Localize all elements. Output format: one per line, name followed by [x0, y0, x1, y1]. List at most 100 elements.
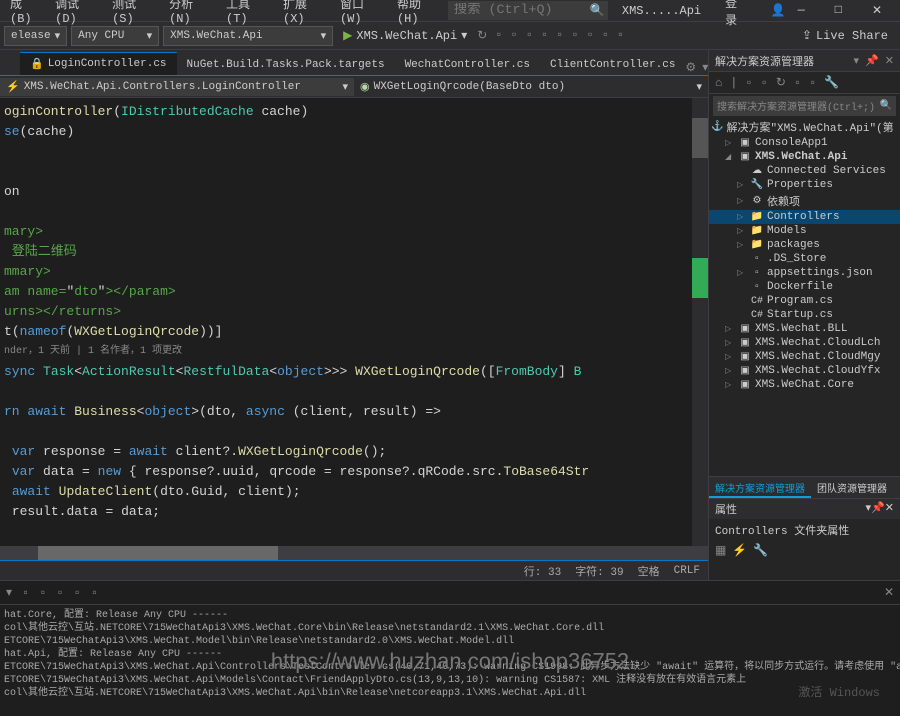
tree-node[interactable]: ▫.DS_Store — [709, 252, 900, 266]
tree-node[interactable]: ▷▫appsettings.json — [709, 266, 900, 280]
pin-icon[interactable]: 📌 — [871, 503, 885, 515]
tb-icon[interactable]: ▫ — [541, 28, 548, 43]
sort-icon[interactable]: ⚡ — [732, 543, 747, 558]
minimize-icon[interactable]: — — [792, 3, 811, 18]
cpu-dropdown[interactable]: Any CPU▾ — [71, 26, 159, 46]
output-panel: ▾ ▫ ▫ ▫ ▫ ▫ ✕ https://www.huzhan.com/ish… — [0, 580, 900, 716]
tb-icon[interactable]: ▫ — [511, 28, 518, 43]
solution-node[interactable]: ⚓解决方案"XMS.WeChat.Api"(第 7 — [709, 118, 900, 136]
cat-icon[interactable]: ▦ — [715, 543, 726, 558]
refresh-icon[interactable]: ↻ — [776, 75, 786, 90]
menu-item[interactable]: 扩展(X) — [277, 0, 334, 26]
tb-icon[interactable]: ▫ — [74, 586, 81, 600]
tree-node[interactable]: ▷🔧Properties — [709, 178, 900, 192]
output-text[interactable]: https://www.huzhan.com/ishop36752 hat.Co… — [0, 605, 900, 716]
explorer-header: 解决方案资源管理器 ▾📌✕ — [709, 50, 900, 72]
horizontal-scrollbar[interactable] — [0, 546, 708, 560]
menu-item[interactable]: 帮助(H) — [391, 0, 448, 26]
live-share-button[interactable]: ⇪Live Share — [802, 28, 896, 43]
tb-icon[interactable]: ▫ — [526, 28, 533, 43]
tree-node[interactable]: C#Program.cs — [709, 294, 900, 308]
menu-item[interactable]: 分析(N) — [163, 0, 220, 26]
tb-icon[interactable]: ▫ — [794, 76, 801, 90]
run-button[interactable]: ▶XMS.WeChat.Api▾ — [337, 26, 473, 45]
tree-node[interactable]: ▷▣XMS.Wechat.CloudLch — [709, 336, 900, 350]
tree-node[interactable]: ◢▣XMS.WeChat.Api — [709, 150, 900, 164]
global-search[interactable]: 🔍 — [448, 1, 608, 20]
explorer-toolbar: ⌂| ▫▫ ↻ ▫▫ 🔧 — [709, 72, 900, 94]
crlf-indicator[interactable]: CRLF — [674, 565, 700, 577]
dropdown-icon[interactable]: ▾ — [854, 54, 860, 68]
breadcrumb-class[interactable]: ⚡XMS.WeChat.Api.Controllers.LoginControl… — [0, 78, 354, 96]
editor-tabs: 🔒LoginController.cs NuGet.Build.Tasks.Pa… — [0, 50, 708, 76]
config-dropdown[interactable]: elease▾ — [4, 26, 67, 46]
tree-node[interactable]: ☁Connected Services — [709, 164, 900, 178]
search-icon: 🔍 — [584, 3, 611, 18]
space-indicator[interactable]: 空格 — [638, 563, 660, 579]
explorer-search[interactable]: 搜索解决方案资源管理器(Ctrl+;)🔍 — [713, 96, 896, 116]
tree-node[interactable]: ▷▣ConsoleApp1 — [709, 136, 900, 150]
tb-icon[interactable]: ▫ — [56, 586, 63, 600]
line-indicator[interactable]: 行: 33 — [524, 563, 561, 579]
close-icon[interactable]: ✕ — [885, 503, 894, 515]
home-icon[interactable]: ⌂ — [715, 76, 722, 90]
solution-explorer: 解决方案资源管理器 ▾📌✕ ⌂| ▫▫ ↻ ▫▫ 🔧 搜索解决方案资源管理器(C… — [708, 50, 900, 580]
tree-node[interactable]: ▷▣XMS.Wechat.BLL — [709, 322, 900, 336]
tree-node[interactable]: ▷⚙依赖项 — [709, 192, 900, 210]
menu-bar: 成(B) 调试(D) 测试(S) 分析(N) 工具(T) 扩展(X) 窗口(W)… — [0, 0, 900, 22]
tab-login[interactable]: 🔒LoginController.cs — [20, 52, 177, 75]
close-icon[interactable]: ✕ — [885, 54, 894, 68]
menu-item[interactable]: 测试(S) — [106, 0, 163, 26]
tree-node[interactable]: ▷📁packages — [709, 238, 900, 252]
tb-icon[interactable]: ▫ — [617, 28, 624, 43]
breadcrumb-method[interactable]: ◉WXGetLoginQrcode(BaseDto dto)▾ — [354, 78, 708, 96]
tab-solution[interactable]: 解决方案资源管理器 — [709, 477, 811, 498]
explorer-bottom-tabs: 解决方案资源管理器 团队资源管理器 — [709, 476, 900, 498]
tab-nuget[interactable]: NuGet.Build.Tasks.Pack.targets — [177, 55, 395, 75]
tree-node[interactable]: ▷▣XMS.WeChat.Core — [709, 378, 900, 392]
code-editor[interactable]: oginController(IDistributedCache cache) … — [0, 98, 708, 546]
project-dropdown[interactable]: XMS.WeChat.Api▾ — [163, 26, 333, 46]
tree-node[interactable]: ▷▣XMS.Wechat.CloudYfx — [709, 364, 900, 378]
search-icon: 🔍 — [880, 100, 892, 112]
tb-icon[interactable]: ▫ — [587, 28, 594, 43]
tb-icon[interactable]: ▫ — [22, 586, 29, 600]
minimap[interactable] — [692, 98, 708, 546]
tab-client[interactable]: ClientController.cs — [540, 55, 685, 75]
refresh-icon[interactable]: ↻ — [477, 28, 487, 43]
user-link[interactable]: 登录 — [719, 0, 752, 28]
tb-icon[interactable]: ▫ — [745, 76, 752, 90]
menu-item[interactable]: 成(B) — [4, 0, 49, 26]
tb-icon[interactable]: ▫ — [761, 76, 768, 90]
menu-item[interactable]: 调试(D) — [49, 0, 106, 26]
tree-node[interactable]: ▫Dockerfile — [709, 280, 900, 294]
tab-team[interactable]: 团队资源管理器 — [811, 477, 893, 498]
tb-icon[interactable]: ▫ — [39, 586, 46, 600]
lock-icon: 🔒 — [30, 57, 44, 71]
wrench-icon[interactable]: 🔧 — [753, 543, 768, 558]
menu-item[interactable]: 工具(T) — [220, 0, 277, 26]
tb-icon[interactable]: ▫ — [571, 28, 578, 43]
tree-node[interactable]: ▷📁Models — [709, 224, 900, 238]
tb-icon[interactable]: ▫ — [602, 28, 609, 43]
tb-icon[interactable]: ▫ — [91, 586, 98, 600]
close-icon[interactable]: ✕ — [866, 3, 888, 18]
gear-icon[interactable]: ⚙ — [685, 60, 696, 75]
tree-node[interactable]: ▷▣XMS.Wechat.CloudMgy — [709, 350, 900, 364]
tb-icon[interactable]: ▾ — [6, 585, 12, 600]
tb-icon[interactable]: ▫ — [809, 76, 816, 90]
pin-icon[interactable]: 📌 — [865, 54, 879, 68]
tb-icon[interactable]: ▫ — [495, 28, 502, 43]
user-icon[interactable]: 👤 — [765, 3, 792, 18]
col-indicator[interactable]: 字符: 39 — [575, 563, 623, 579]
search-input[interactable] — [454, 3, 584, 18]
tree-node[interactable]: C#Startup.cs — [709, 308, 900, 322]
close-icon[interactable]: ✕ — [884, 585, 894, 600]
properties-panel: 属性▾📌✕ Controllers 文件夹属性 ▦⚡🔧 — [709, 498, 900, 580]
maximize-icon[interactable]: □ — [829, 3, 848, 18]
tree-node[interactable]: ▷📁Controllers — [709, 210, 900, 224]
wrench-icon[interactable]: 🔧 — [824, 75, 839, 90]
menu-item[interactable]: 窗口(W) — [334, 0, 391, 26]
tb-icon[interactable]: ▫ — [556, 28, 563, 43]
tab-wechat[interactable]: WechatController.cs — [395, 55, 540, 75]
